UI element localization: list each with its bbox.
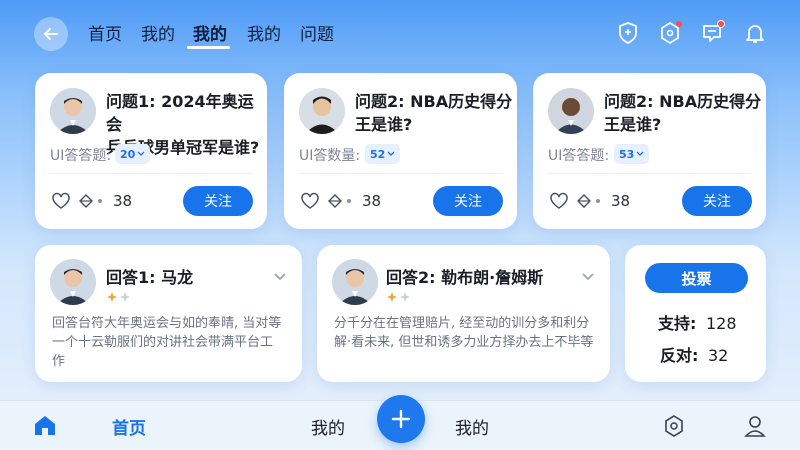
heart-icon[interactable] (300, 192, 320, 210)
support-count: 支持: 128 (658, 310, 737, 334)
answer-title: 回答1: 马龙 (106, 268, 194, 287)
arrow-left-icon (44, 28, 58, 40)
question-card-3[interactable]: 问题2: NBA历史得分 王是谁? UI答答题: 53 38 关注 (533, 73, 766, 229)
dot-separator (98, 199, 102, 203)
answer-count-badge[interactable]: 53 (614, 144, 650, 164)
rating-stars (386, 288, 412, 307)
vote-button[interactable]: 投票 (645, 263, 748, 293)
chevron-down-icon[interactable] (581, 267, 595, 286)
oppose-count: 反对: 32 (660, 342, 728, 366)
nav-mine-1[interactable]: 我的 (311, 414, 345, 439)
follow-button[interactable]: 关注 (183, 186, 253, 216)
question-title-line-2: 王是谁? (355, 115, 413, 134)
answer-count-value: 53 (619, 147, 635, 161)
back-button[interactable] (34, 17, 68, 51)
shield-icon[interactable] (615, 20, 641, 46)
rating-stars (106, 288, 132, 307)
stat-count: 38 (611, 192, 631, 210)
answer-count-badge[interactable]: 20 (115, 144, 151, 164)
follow-button[interactable]: 关注 (682, 186, 752, 216)
answer-card-2[interactable]: 回答2: 勒布朗·詹姆斯 分千分在在管理赔片, 经至动的训分多和利分解·看未来,… (317, 245, 610, 382)
chevron-down-icon[interactable] (273, 267, 287, 286)
diamond-icon[interactable] (327, 193, 343, 209)
active-tab-indicator (187, 46, 230, 49)
avatar (50, 259, 96, 305)
answer-count-value: 20 (120, 147, 136, 161)
notification-dot (676, 21, 682, 27)
dot-separator (596, 199, 600, 203)
answer-body: 分千分在在管理赔片, 经至动的训分多和利分解·看未来, 但世和诱多力业方择办去上… (334, 316, 594, 350)
notification-dot (717, 20, 725, 28)
nav-home[interactable]: 首页 (112, 414, 146, 439)
stat-count: 38 (362, 192, 382, 210)
follow-button[interactable]: 关注 (433, 186, 503, 216)
avatar (50, 88, 96, 134)
add-button[interactable] (377, 395, 425, 443)
plus-icon (391, 409, 411, 429)
question-title-line-1: 问题1: 2024年奥运会 (106, 92, 254, 134)
support-value: 128 (705, 314, 737, 333)
user-icon[interactable] (744, 414, 766, 442)
answer-title: 回答2: 勒布朗·詹姆斯 (386, 268, 544, 287)
divider (299, 173, 502, 174)
tab-mine-2[interactable]: 我的 (193, 20, 227, 45)
avatar (548, 88, 594, 134)
oppose-label: 反对: (660, 346, 699, 365)
question-card-2[interactable]: 问题2: NBA历史得分 王是谁? UI答数量: 52 38 关注 (284, 73, 517, 229)
answer-count-label: UI答答题: (548, 148, 610, 164)
diamond-icon[interactable] (78, 193, 94, 209)
divider (50, 173, 252, 174)
tab-mine-3[interactable]: 我的 (247, 20, 281, 45)
home-icon[interactable] (33, 414, 57, 440)
answer-count-badge[interactable]: 52 (365, 144, 401, 164)
avatar (299, 88, 345, 134)
chevron-down-icon (387, 151, 395, 156)
heart-icon[interactable] (51, 192, 71, 210)
top-bar: 首页 我的 我的 我的 问题 (0, 0, 800, 66)
tab-mine-1[interactable]: 我的 (141, 20, 175, 45)
bell-icon[interactable] (742, 20, 768, 46)
heart-icon[interactable] (549, 192, 569, 210)
answer-count-value: 52 (370, 147, 386, 161)
question-title-line-1: 问题2: NBA历史得分 (604, 92, 762, 111)
tab-questions[interactable]: 问题 (300, 20, 334, 45)
answer-count-label: UI答数量: (299, 148, 361, 164)
question-title: 问题2: NBA历史得分 王是谁? (355, 90, 515, 136)
question-title-line-2: 王是谁? (604, 115, 662, 134)
avatar (332, 259, 378, 305)
chevron-down-icon (636, 151, 644, 156)
message-icon[interactable] (699, 20, 725, 46)
question-title-line-1: 问题2: NBA历史得分 (355, 92, 513, 111)
answer-card-1[interactable]: 回答1: 马龙 回答台符大年奥运会与如的奉晴, 当对等一个十云勒服们的对讲社会带… (35, 245, 302, 382)
diamond-icon[interactable] (576, 193, 592, 209)
hexagon-icon[interactable] (657, 20, 683, 46)
answer-count-label: UI答答题: (50, 148, 112, 164)
question-title: 问题2: NBA历史得分 王是谁? (604, 90, 764, 136)
hexagon-settings-icon[interactable] (663, 414, 685, 442)
oppose-value: 32 (707, 346, 729, 365)
question-card-1[interactable]: 问题1: 2024年奥运会 乒乓球男单冠军是谁? UI答答题: 20 38 关注 (35, 73, 267, 229)
chevron-down-icon (137, 151, 145, 156)
divider (548, 173, 751, 174)
answer-body: 回答台符大年奥运会与如的奉晴, 当对等一个十云勒服们的对讲社会带满平台工作 (52, 316, 282, 369)
tab-home[interactable]: 首页 (88, 20, 122, 45)
stat-count: 38 (113, 192, 133, 210)
support-label: 支持: (658, 314, 697, 333)
dot-separator (347, 199, 351, 203)
nav-mine-2[interactable]: 我的 (455, 414, 489, 439)
